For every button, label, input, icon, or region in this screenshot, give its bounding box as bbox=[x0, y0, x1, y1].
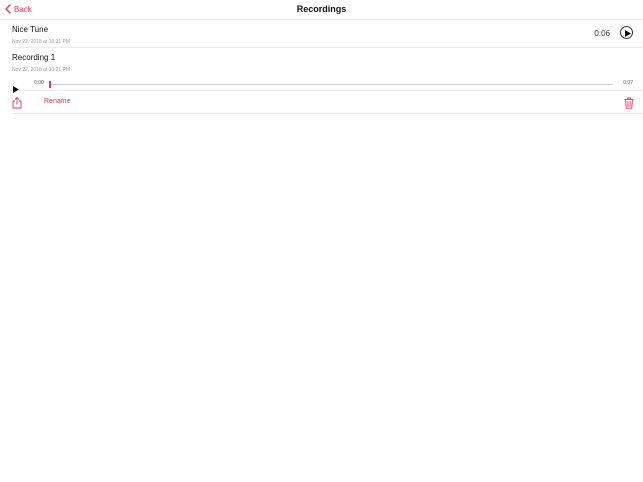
recording-date: Nov 22, 2018 at 10:21 PM bbox=[12, 39, 71, 45]
playback-controls: 0:00 0:07 bbox=[12, 78, 643, 93]
scrubber-handle[interactable] bbox=[49, 81, 51, 88]
current-time: 0:00 bbox=[34, 80, 44, 86]
recording-date: Nov 22, 2018 at 10:21 PM bbox=[12, 67, 71, 73]
expanded-recording: Recording 1 Nov 22, 2018 at 10:21 PM 0:0… bbox=[12, 48, 643, 114]
delete-button[interactable] bbox=[624, 96, 634, 114]
trash-icon bbox=[624, 97, 634, 109]
recording-duration: 0:06 bbox=[594, 29, 610, 38]
recording-actions: Rename bbox=[0, 94, 643, 111]
page-title: Recordings bbox=[296, 4, 347, 14]
total-time: 0:07 bbox=[623, 80, 633, 86]
recording-row[interactable]: Nice Tune Nov 22, 2018 at 10:21 PM 0:06 bbox=[12, 20, 643, 48]
play-icon bbox=[624, 29, 631, 37]
share-button[interactable] bbox=[12, 96, 22, 114]
share-icon bbox=[12, 96, 22, 109]
play-button[interactable] bbox=[620, 26, 633, 39]
recording-name: Recording 1 bbox=[12, 53, 56, 62]
recording-name: Nice Tune bbox=[12, 25, 49, 34]
rename-button[interactable]: Rename bbox=[44, 98, 70, 105]
play-icon bbox=[13, 86, 19, 93]
playback-scrubber[interactable] bbox=[49, 81, 613, 88]
navigation-bar: Back Recordings bbox=[0, 0, 643, 20]
